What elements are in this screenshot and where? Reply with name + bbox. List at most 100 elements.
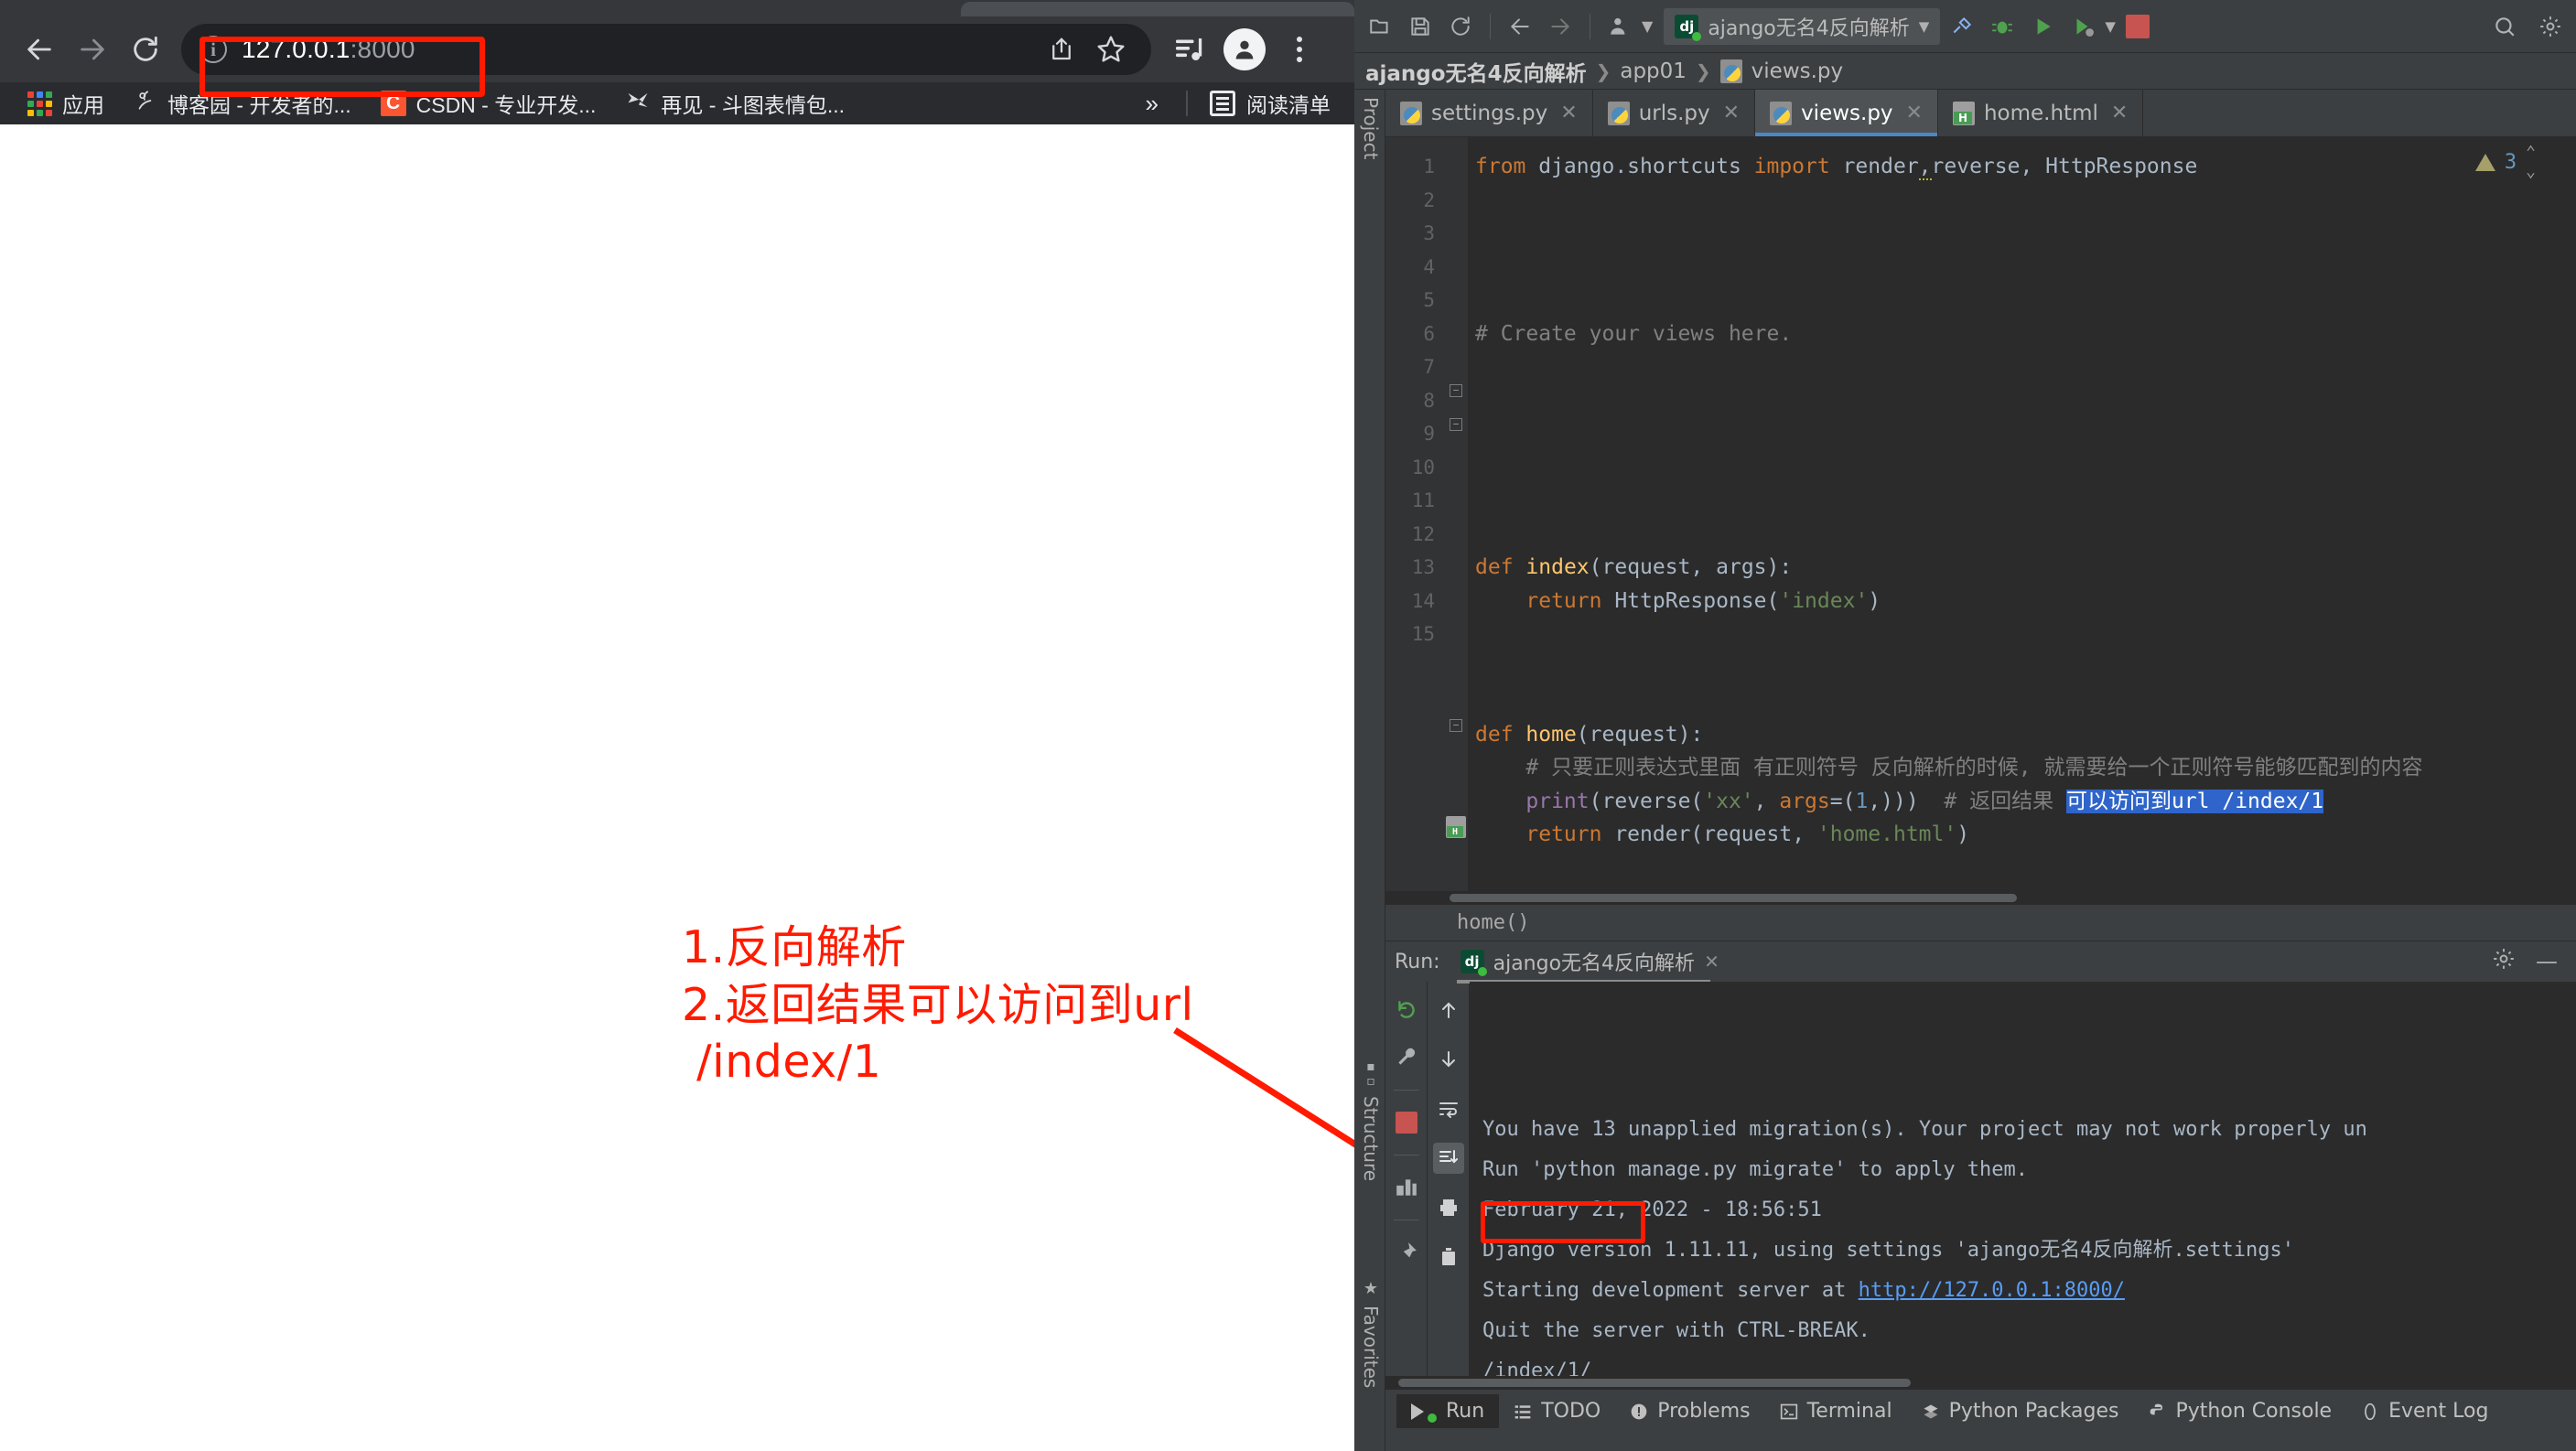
coverage-icon[interactable] — [2064, 8, 2101, 45]
sidebar-item-favorites[interactable]: ★ Favorites — [1360, 1279, 1382, 1388]
screen: i 127.0.0.1:8000 应用 博客园 - 开发者的... C CSDN… — [0, 0, 2576, 1451]
status-bar-item-python-packages[interactable]: Python Packages — [1907, 1394, 2134, 1428]
console-horizontal-scrollbar[interactable] — [1385, 1376, 2576, 1389]
run-configuration-selector[interactable]: dj ajango无名4反向解析 ▼ — [1664, 7, 1941, 45]
chevron-down-icon[interactable]: ▼ — [1642, 17, 1653, 35]
search-everywhere-icon[interactable] — [2486, 8, 2523, 45]
status-bar-item-problems[interactable]: Problems — [1615, 1394, 1764, 1428]
line-number: 14 — [1411, 589, 1435, 612]
editor-horizontal-scrollbar[interactable] — [1385, 891, 2576, 904]
close-icon[interactable]: ✕ — [1704, 951, 1719, 973]
bookmark-label: 应用 — [62, 93, 104, 117]
sidebar-item-structure[interactable]: ▪▫ Structure — [1360, 1059, 1382, 1181]
save-all-icon[interactable] — [1402, 8, 1439, 45]
pin-icon[interactable] — [1391, 1237, 1422, 1268]
chrome-menu-icon[interactable] — [1276, 26, 1323, 73]
run-icon[interactable] — [2024, 8, 2061, 45]
rerun-icon[interactable] — [1391, 994, 1422, 1026]
scrollbar-thumb[interactable] — [1398, 1379, 1911, 1387]
console-link[interactable]: http://127.0.0.1:8000/ — [1859, 1279, 2125, 1302]
soft-wrap-icon[interactable] — [1433, 1093, 1464, 1124]
minimize-icon[interactable]: — — [2527, 949, 2567, 974]
reading-list-icon[interactable] — [1166, 26, 1213, 73]
address-bar[interactable]: i 127.0.0.1:8000 — [181, 24, 1151, 75]
line-number: 8 — [1423, 389, 1435, 412]
close-icon[interactable]: ✕ — [1560, 102, 1577, 124]
down-arrow-icon[interactable] — [1433, 1044, 1464, 1075]
status-bar-item-todo[interactable]: TODO — [1499, 1394, 1615, 1428]
status-bar-item-terminal[interactable]: Terminal — [1765, 1394, 1907, 1428]
trash-icon[interactable] — [1433, 1241, 1464, 1273]
forward-arrow-icon[interactable] — [66, 23, 119, 76]
run-tab[interactable]: dj ajango无名4反向解析 ✕ — [1451, 943, 1729, 983]
reading-list-button[interactable]: 阅读清单 — [1199, 88, 1342, 119]
stop-icon[interactable] — [2119, 8, 2156, 45]
bookmarks-overflow-button[interactable]: » — [1129, 90, 1175, 118]
fold-marker[interactable]: − — [1450, 384, 1462, 397]
chevron-down-icon[interactable]: ▼ — [1919, 18, 1930, 35]
browser-tab-strip — [0, 0, 1354, 16]
line-number: 9 — [1423, 423, 1435, 445]
tab-settings-py[interactable]: settings.py ✕ — [1385, 90, 1593, 136]
sidebar-item-label: Favorites — [1360, 1306, 1382, 1389]
browser-tab[interactable] — [961, 2, 1354, 16]
back-arrow-icon[interactable] — [13, 23, 66, 76]
breadcrumb-item-file[interactable]: views.py — [1751, 59, 1843, 83]
open-folder-icon[interactable] — [1362, 8, 1398, 45]
console-line: February 21, 2022 - 18:56:51 — [1482, 1198, 1822, 1221]
back-icon[interactable] — [1502, 8, 1538, 45]
run-status-dot — [1428, 1413, 1437, 1423]
scroll-to-end-icon[interactable] — [1432, 1143, 1464, 1174]
ide-toolbar: ▼ dj ajango无名4反向解析 ▼ ▼ — [1354, 0, 2576, 53]
gear-icon[interactable] — [2492, 947, 2516, 976]
close-icon[interactable]: ✕ — [1906, 102, 1923, 124]
console-output[interactable]: You have 13 unapplied migration(s). Your… — [1470, 982, 2576, 1376]
bookmark-apps[interactable]: 应用 — [13, 85, 119, 122]
status-bar-item-event-log[interactable]: Event Log — [2346, 1394, 2503, 1428]
stop-icon[interactable] — [1391, 1107, 1422, 1138]
inspection-widget[interactable]: 3 ⌃ ⌄ — [2474, 143, 2536, 181]
status-bar-item-run[interactable]: Run — [1396, 1394, 1500, 1428]
breadcrumb-item-project[interactable]: ajango无名4反向解析 — [1365, 56, 1587, 87]
close-icon[interactable]: ✕ — [2111, 102, 2128, 124]
reload-icon[interactable] — [119, 23, 172, 76]
scrollbar-thumb[interactable] — [1450, 894, 2017, 902]
code-content[interactable]: from django.shortcuts import render,reve… — [1468, 137, 2576, 891]
breadcrumb-item-app[interactable]: app01 — [1620, 59, 1687, 83]
vcs-update-icon[interactable] — [1601, 8, 1638, 45]
browser-toolbar-right — [1166, 26, 1323, 73]
run-window-header: Run: dj ajango无名4反向解析 ✕ — — [1385, 941, 2576, 983]
inspection-navigation[interactable]: ⌃ ⌄ — [2526, 143, 2536, 181]
settings-icon[interactable] — [2532, 8, 2569, 45]
sync-icon[interactable] — [1442, 8, 1479, 45]
debug-icon[interactable] — [1984, 8, 2021, 45]
sidebar-item-project[interactable]: Project — [1360, 97, 1382, 159]
star-icon[interactable] — [1091, 29, 1131, 70]
build-icon[interactable] — [1944, 8, 1980, 45]
bookmark-cnblogs[interactable]: 博客园 - 开发者的... — [119, 85, 366, 122]
bookmark-doutu[interactable]: 再见 - 斗图表情包... — [610, 85, 859, 122]
code-editor[interactable]: 123456789101112131415 − − − − H from dja… — [1385, 137, 2576, 891]
up-arrow-icon[interactable] — [1433, 994, 1464, 1026]
bookmark-csdn[interactable]: C CSDN - 专业开发... — [366, 85, 611, 122]
tab-views-py[interactable]: views.py ✕ — [1755, 90, 1938, 136]
print-icon[interactable] — [1433, 1192, 1464, 1223]
forward-icon[interactable] — [1542, 8, 1579, 45]
profile-avatar-icon[interactable] — [1221, 26, 1268, 73]
editor-breadcrumb-label: home() — [1457, 911, 1530, 934]
tab-home-html[interactable]: H home.html ✕ — [1938, 90, 2144, 136]
fold-marker[interactable]: − — [1450, 719, 1462, 732]
chevron-down-icon[interactable]: ▼ — [2105, 18, 2116, 35]
console-line: You have 13 unapplied migration(s). Your… — [1482, 1118, 2367, 1141]
close-icon[interactable]: ✕ — [1723, 102, 1740, 124]
site-info-icon[interactable]: i — [199, 36, 227, 63]
share-icon[interactable] — [1041, 29, 1082, 70]
tool-window-rail: Project ▪▫ Structure ★ Favorites — [1354, 90, 1385, 1451]
status-bar-item-python-console[interactable]: Python Console — [2134, 1394, 2347, 1428]
wrench-icon[interactable] — [1391, 1042, 1422, 1073]
fold-marker[interactable]: − — [1450, 418, 1462, 431]
code-folding-column[interactable]: − − − − H — [1444, 137, 1468, 891]
browser-window: i 127.0.0.1:8000 应用 博客园 - 开发者的... C CSDN… — [0, 0, 1354, 1451]
tab-urls-py[interactable]: urls.py ✕ — [1593, 90, 1756, 136]
layout-icon[interactable] — [1391, 1172, 1422, 1203]
